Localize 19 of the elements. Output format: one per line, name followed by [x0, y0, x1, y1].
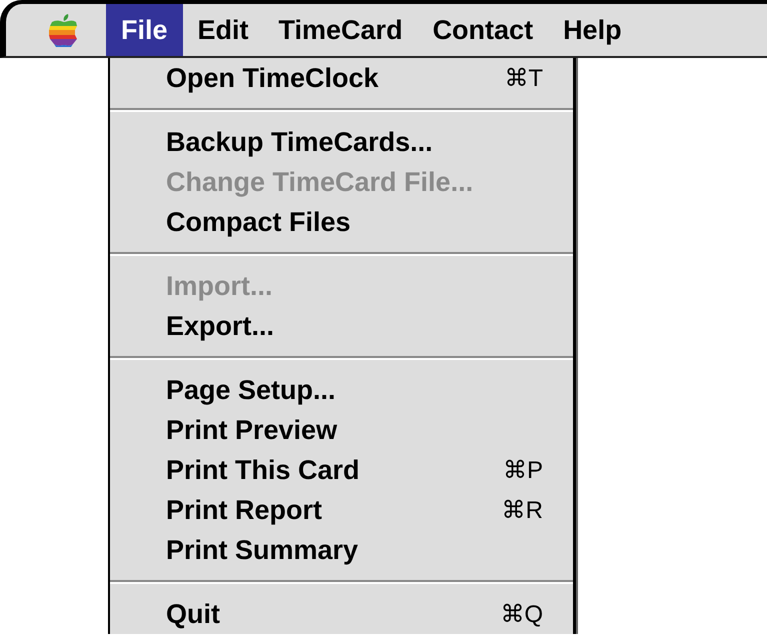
menu-item[interactable]: Print This Card ⌘P: [110, 450, 573, 490]
menu-title[interactable]: Edit: [182, 4, 264, 56]
shortcut-label: ⌘T: [504, 64, 543, 92]
menu-item[interactable]: Backup TimeCards...: [110, 122, 573, 162]
shortcut-label: ⌘R: [502, 496, 543, 524]
menu-item[interactable]: Print Summary: [110, 530, 573, 570]
menu-title[interactable]: Help: [548, 4, 637, 56]
menu-item[interactable]: Page Setup...: [110, 370, 573, 410]
menu-title[interactable]: Contact: [418, 4, 548, 56]
shortcut-label: ⌘P: [502, 456, 543, 484]
menu-item[interactable]: Quit ⌘Q: [110, 594, 573, 634]
menu-title[interactable]: TimeCard: [264, 4, 418, 56]
menu-item[interactable]: Export...: [110, 306, 573, 346]
menu-item[interactable]: Print Report ⌘R: [110, 490, 573, 530]
menu-title[interactable]: File: [106, 4, 183, 56]
menu-item[interactable]: Open TimeClock ⌘T: [110, 58, 573, 98]
menu-item[interactable]: Print Preview: [110, 410, 573, 450]
shortcut-label: ⌘Q: [500, 600, 543, 628]
menu-item[interactable]: Compact Files: [110, 202, 573, 242]
